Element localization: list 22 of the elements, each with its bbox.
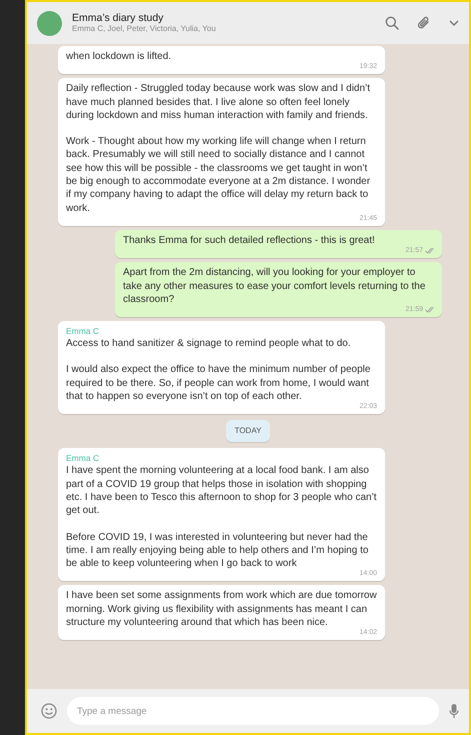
- message-text: when lockdown is lifted.: [66, 50, 172, 64]
- date-label: TODAY: [226, 420, 270, 442]
- message-text: I have spent the morning volunteering at a local food bank. I am also part of a COVID 19 group that helps those in isolation with shopping etc. I have been to Tesco this afternoon to shop for 3 people who can’t get out.: [66, 464, 377, 518]
- message-input[interactable]: Type a message: [67, 697, 439, 725]
- message-text: Before COVID 19, I was interested in volunteering but never had the time. I am really enjoying being able to help others and I’m hoping to be able to keep volunteering when I go back to work: [66, 530, 370, 570]
- group-avatar[interactable]: [37, 10, 62, 36]
- chat-participants: Emma C, Joel, Peter, Victoria, Yulia, You: [72, 24, 217, 34]
- paperclip-icon[interactable]: [417, 16, 431, 30]
- message-text: Access to hand sanitizer & signage to remind people what to do.: [66, 337, 352, 350]
- message-text: I would also expect the office to have the minimum number of people required to be there. So, if people can work from home, I would want that to happen so everyone isn’t on top of each other.: [66, 363, 372, 403]
- message-text: I have been set some assignments from work which are due tomorrow morning. Work giving us flexibility with assignments has meant I can structure my volunteering around that which has been nice.: [66, 589, 377, 629]
- message-text: Daily reflection - Struggled today because work was slow and I didn’t have much planned besides that. I live alone so often feel lonely during lockdown and miss human interaction with family and friends.: [66, 82, 372, 122]
- message-text: Apart from the 2m distancing, will you looking for your employer to take any other measures to ease your comfort levels returning to the classroom?: [123, 266, 426, 306]
- sender-name: Emma C: [66, 452, 100, 464]
- sender-name: Emma C: [66, 325, 100, 338]
- chat-title: Emma’s diary study: [72, 12, 164, 24]
- search-icon[interactable]: [385, 16, 399, 30]
- chevron-down-icon[interactable]: [449, 20, 459, 26]
- message-text: Work - Thought about how my working life will change when I return back. Presumably we will still need to socially distance and I cannot see how this will be possible - the classrooms we get taught in won’t be big enough to accommodate everyone at a 2m distance. I wonder if my company having to adapt the office will delay my return back to work.: [66, 135, 372, 215]
- emoji-icon[interactable]: [41, 703, 57, 719]
- microphone-icon[interactable]: [449, 703, 459, 719]
- message-text: Thanks Emma for such detailed reflections - this is great!: [123, 234, 376, 248]
